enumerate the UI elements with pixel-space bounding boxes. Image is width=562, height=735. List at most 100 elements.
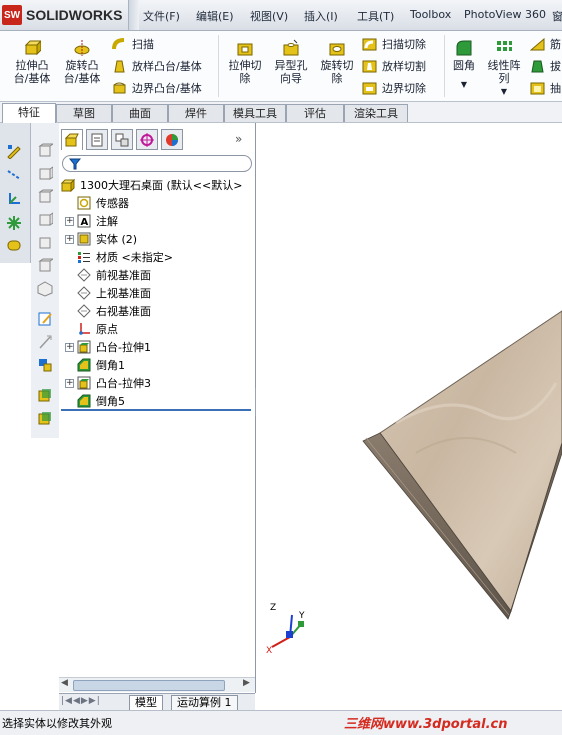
tab-feature-manager[interactable] xyxy=(61,129,83,150)
boundary-boss-button[interactable]: 边界凸台/基体 xyxy=(112,80,202,96)
loft-cut-icon xyxy=(362,60,377,72)
menu-photoview[interactable]: PhotoView 360 xyxy=(464,8,546,21)
tree-item[interactable]: 倒角5 xyxy=(77,392,125,410)
shell-button[interactable]: 抽 xyxy=(530,80,561,96)
scroll-left-icon[interactable]: ◀ xyxy=(61,678,68,688)
feature-icon[interactable] xyxy=(37,387,53,403)
loft-boss-button[interactable]: 放样凸台/基体 xyxy=(112,58,202,74)
coordinate-icon[interactable] xyxy=(6,191,22,207)
menu-file[interactable]: 文件(F) xyxy=(143,8,180,24)
tree-item-label: 原点 xyxy=(96,323,118,336)
tree-item-label: 传感器 xyxy=(96,197,129,210)
tree-root-part[interactable]: 1300大理石桌面 (默认<<默认> xyxy=(61,176,242,194)
app-name: SOLIDWORKS xyxy=(26,7,123,23)
draft-button[interactable]: 拔 xyxy=(530,58,561,74)
revolve-boss-button[interactable]: 旋转凸 台/基体 xyxy=(60,39,104,85)
hole-wizard-label: 异型孔 向导 xyxy=(274,59,308,85)
solidworks-logo[interactable]: SW SOLIDWORKS xyxy=(2,4,122,26)
sweep-button[interactable]: 扫描 xyxy=(112,36,154,52)
point-icon[interactable] xyxy=(6,215,22,231)
tab-evaluate[interactable]: 评估 xyxy=(286,104,344,122)
hole-wizard-button[interactable]: 异型孔 向导 xyxy=(270,39,312,85)
tree-item[interactable]: 右视基准面 xyxy=(77,302,151,320)
menu-view[interactable]: 视图(V) xyxy=(250,8,288,24)
tab-display-manager[interactable] xyxy=(161,129,183,150)
horizontal-scrollbar[interactable]: ◀ ▶ xyxy=(59,677,255,692)
tree-item[interactable]: 传感器 xyxy=(77,194,129,212)
extrude-boss-button[interactable]: 拉伸凸 台/基体 xyxy=(10,39,54,85)
edit-appearance-icon[interactable] xyxy=(37,311,53,327)
tab-scroll-arrows-icon[interactable]: |◀◀▶▶| xyxy=(61,696,101,706)
linear-pattern-dropdown-arrow[interactable]: ▼ xyxy=(501,85,507,98)
menu-edit[interactable]: 编辑(E) xyxy=(196,8,234,24)
expand-icon[interactable]: + xyxy=(65,234,74,244)
tab-surfaces[interactable]: 曲面 xyxy=(112,104,168,122)
sweep-cut-button[interactable]: 扫描切除 xyxy=(362,36,426,52)
left-view-icon[interactable] xyxy=(37,189,53,205)
tab-mold-tools[interactable]: 模具工具 xyxy=(224,104,286,122)
tab-features[interactable]: 特征 xyxy=(2,103,56,123)
draft-label: 拔 xyxy=(550,60,561,73)
extrude-cut-button[interactable]: 拉伸切 除 xyxy=(224,39,266,85)
tab-weldments[interactable]: 焊件 xyxy=(168,104,224,122)
smart-dimension-icon[interactable] xyxy=(37,334,53,350)
tree-item[interactable]: 倒角1 xyxy=(77,356,125,374)
tree-item[interactable]: + 凸台-拉伸3 xyxy=(65,374,151,392)
graphics-area[interactable]: Z Y X xyxy=(256,123,562,710)
scroll-right-icon[interactable]: ▶ xyxy=(243,678,250,688)
tree-item-label: 上视基准面 xyxy=(96,287,151,300)
logo-flyout-arrow[interactable] xyxy=(128,0,139,30)
tree-filter-input[interactable] xyxy=(62,155,252,172)
tab-dimxpert-manager[interactable] xyxy=(136,129,158,150)
fillet-dropdown-arrow[interactable]: ▼ xyxy=(461,78,467,91)
tree-item[interactable]: 前视基准面 xyxy=(77,266,151,284)
rollback-bar[interactable] xyxy=(61,409,251,411)
display-manager-icon xyxy=(166,133,178,146)
material-icon xyxy=(77,250,96,264)
tree-item[interactable]: 原点 xyxy=(77,320,118,338)
tree-item[interactable]: + 凸台-拉伸1 xyxy=(65,338,151,356)
tab-render-tools[interactable]: 渲染工具 xyxy=(344,104,408,122)
menu-tools[interactable]: 工具(T) xyxy=(357,8,394,24)
tab-sketch[interactable]: 草图 xyxy=(56,104,112,122)
fillet-button[interactable]: 圆角 ▼ xyxy=(450,39,478,91)
bottom-view-icon[interactable] xyxy=(37,258,53,274)
right-view-icon[interactable] xyxy=(37,212,53,228)
sketch-icon[interactable] xyxy=(6,143,22,159)
curve-icon[interactable] xyxy=(6,237,22,253)
expand-icon[interactable]: + xyxy=(65,378,74,388)
expand-icon[interactable]: + xyxy=(65,342,74,352)
chamfer-icon xyxy=(77,358,96,372)
tree-item[interactable]: + 实体 (2) xyxy=(65,230,137,248)
front-view-icon[interactable] xyxy=(37,143,53,159)
top-view-icon[interactable] xyxy=(37,235,53,251)
loft-cut-button[interactable]: 放样切割 xyxy=(362,58,426,74)
tree-item[interactable]: 材质 <未指定> xyxy=(77,248,173,266)
tree-item-label: 倒角1 xyxy=(96,359,125,372)
status-text: 选择实体以修改其外观 xyxy=(2,717,112,730)
tab-model[interactable]: 模型 xyxy=(129,695,163,711)
tab-motion-study[interactable]: 运动算例 1 xyxy=(171,695,238,711)
back-view-icon[interactable] xyxy=(37,166,53,182)
relations-icon[interactable] xyxy=(37,357,53,373)
shell-label: 抽 xyxy=(550,82,561,95)
boundary-cut-button[interactable]: 边界切除 xyxy=(362,80,426,96)
line-icon[interactable] xyxy=(6,167,22,183)
menu-insert[interactable]: 插入(I) xyxy=(304,8,338,24)
isometric-view-icon[interactable] xyxy=(37,281,53,297)
menu-window[interactable]: 窗 xyxy=(552,8,562,24)
rib-icon xyxy=(530,37,545,50)
revolve-cut-button[interactable]: 旋转切 除 xyxy=(316,39,358,85)
tab-property-manager[interactable] xyxy=(86,129,108,150)
expand-panel-icon[interactable]: » xyxy=(235,132,242,146)
tree-item[interactable]: 上视基准面 xyxy=(77,284,151,302)
sweep-cut-icon xyxy=(362,38,377,50)
menu-toolbox[interactable]: Toolbox xyxy=(410,8,451,21)
feature-2-icon[interactable] xyxy=(37,410,53,426)
scrollbar-thumb[interactable] xyxy=(73,680,225,691)
linear-pattern-button[interactable]: 线性阵 列 ▼ xyxy=(484,39,524,98)
rib-button[interactable]: 筋 xyxy=(530,36,561,52)
tree-item[interactable]: + A 注解 xyxy=(65,212,118,230)
tab-configuration-manager[interactable] xyxy=(111,129,133,150)
expand-icon[interactable]: + xyxy=(65,216,74,226)
